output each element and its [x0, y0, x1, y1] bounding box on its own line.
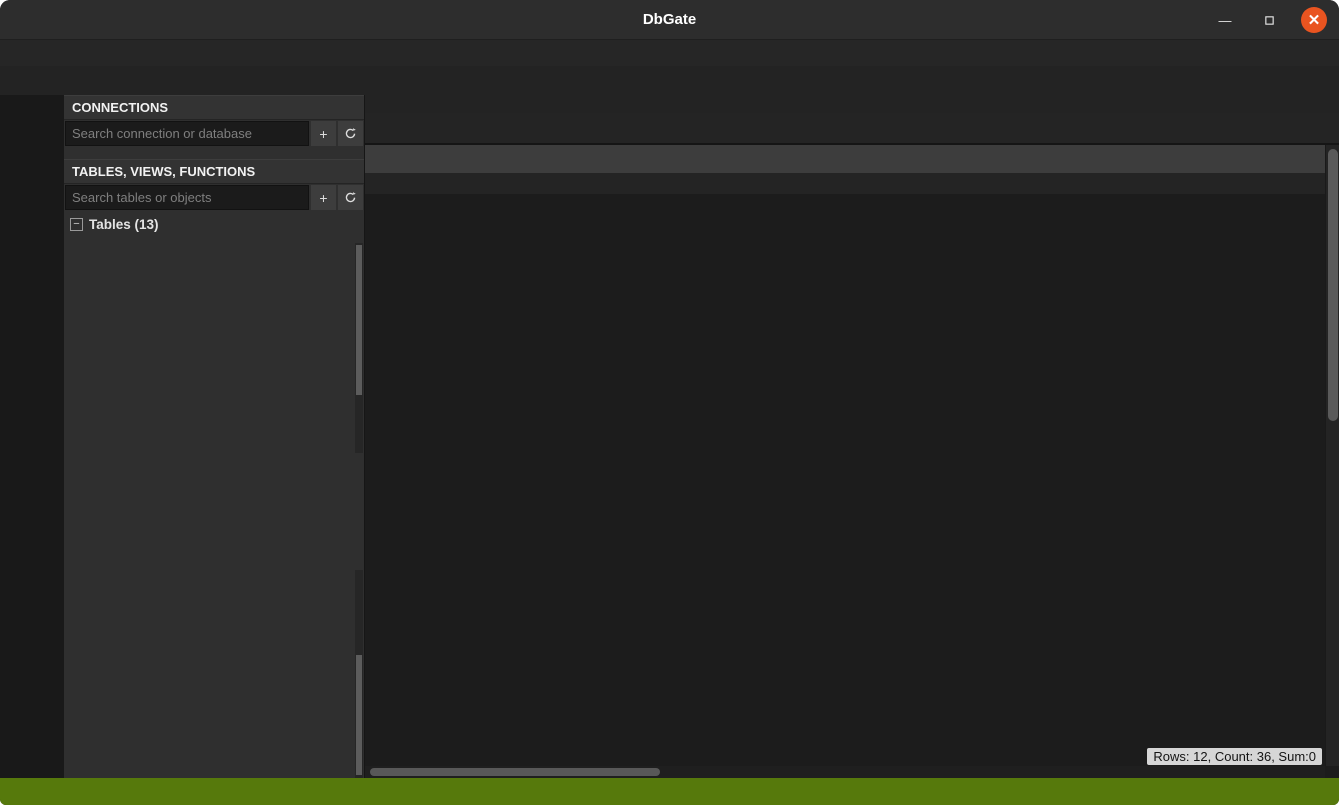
- titlebar[interactable]: DbGate — ✕: [0, 0, 1339, 40]
- window-title: DbGate: [643, 11, 696, 28]
- left-icon-rail: [0, 95, 64, 778]
- collapse-icon[interactable]: −: [70, 218, 83, 231]
- scrollbar-thumb[interactable]: [356, 245, 362, 395]
- connections-search-row: +: [64, 120, 364, 147]
- connections-scrollbar[interactable]: [355, 243, 363, 453]
- maximize-button[interactable]: [1257, 8, 1281, 32]
- tables-scrollbar[interactable]: [355, 570, 363, 778]
- tables-plus-button[interactable]: +: [311, 185, 336, 210]
- tables-search-input[interactable]: [65, 185, 309, 210]
- tab-group-strip: [365, 95, 1339, 113]
- minimize-button[interactable]: —: [1213, 8, 1237, 32]
- tab-strip: [365, 113, 1339, 145]
- connections-refresh-button[interactable]: [338, 121, 363, 146]
- tables-group-label: Tables (13): [89, 217, 159, 232]
- scrollbar-thumb[interactable]: [356, 655, 362, 775]
- tables-header: TABLES, VIEWS, FUNCTIONS: [64, 159, 364, 184]
- close-button[interactable]: ✕: [1301, 7, 1327, 33]
- toolbar: [0, 66, 1339, 95]
- tables-refresh-button[interactable]: [338, 185, 363, 210]
- add-connection-plus-button[interactable]: +: [311, 121, 336, 146]
- grid-horizontal-scrollbar[interactable]: [365, 766, 1325, 778]
- data-grid: Rows: 12, Count: 36, Sum:0: [365, 145, 1339, 778]
- connections-header: CONNECTIONS: [64, 95, 364, 120]
- content-area: Rows: 12, Count: 36, Sum:0: [365, 95, 1339, 778]
- tables-group-row[interactable]: − Tables (13): [64, 211, 364, 237]
- tables-search-row: +: [64, 184, 364, 211]
- statusbar: [0, 778, 1339, 805]
- menubar: [0, 40, 1339, 66]
- grid-filter-row: [365, 173, 1339, 194]
- grid-header-row: [365, 145, 1339, 173]
- connections-search-input[interactable]: [65, 121, 309, 146]
- scrollbar-thumb[interactable]: [370, 768, 660, 776]
- scrollbar-thumb[interactable]: [1328, 149, 1338, 421]
- main-area: CONNECTIONS + TABLES, VIEWS, FUNCTIONS +…: [0, 95, 1339, 778]
- grid-vertical-scrollbar[interactable]: [1325, 145, 1339, 766]
- window-controls: — ✕: [1213, 0, 1327, 40]
- selection-stats-tooltip: Rows: 12, Count: 36, Sum:0: [1147, 748, 1322, 765]
- app-window: DbGate — ✕ CONNECTIONS + TABLES, VIEWS, …: [0, 0, 1339, 805]
- sidebar-panel: CONNECTIONS + TABLES, VIEWS, FUNCTIONS +…: [64, 95, 365, 778]
